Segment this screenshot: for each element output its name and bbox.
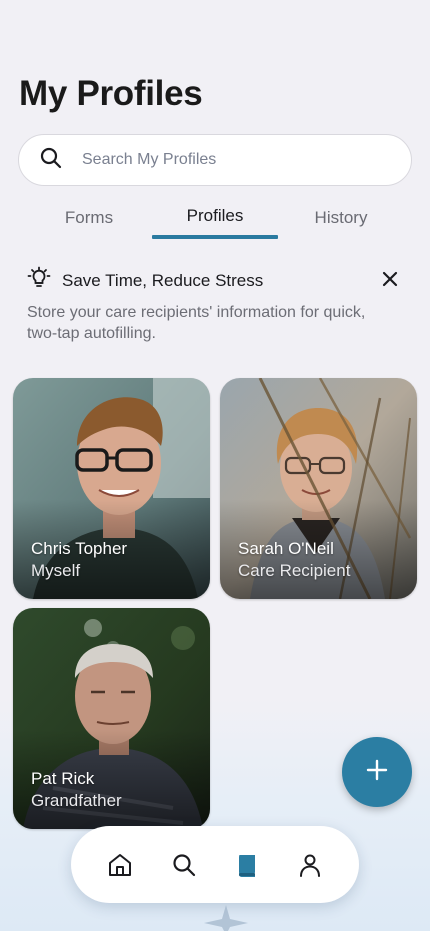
page-title: My Profiles [19,74,203,113]
bottom-nav [71,826,359,903]
decorative-star [204,905,248,931]
active-tab-indicator [152,235,278,239]
profile-card[interactable]: Sarah O'Neil Care Recipient [220,378,417,599]
profile-relation: Grandfather [31,791,122,810]
person-icon[interactable] [297,852,323,878]
profile-card[interactable]: Chris Topher Myself [13,378,210,599]
book-icon[interactable] [234,852,260,878]
close-icon[interactable] [380,269,400,289]
home-icon[interactable] [107,852,133,878]
search-icon[interactable] [171,852,197,878]
profile-name: Sarah O'Neil [238,539,334,558]
search-input[interactable] [82,151,362,169]
add-profile-button[interactable] [342,737,412,807]
profile-name: Chris Topher [31,539,128,558]
profile-relation: Care Recipient [238,561,351,580]
profile-name: Pat Rick [31,769,95,788]
tab-forms[interactable]: Forms [26,208,152,228]
lightbulb-icon [27,266,51,295]
tip-body: Store your care recipients' information … [27,304,366,342]
plus-icon [366,759,388,786]
search-bar[interactable] [18,134,412,186]
tab-bar: Forms Profiles History [0,200,430,240]
profile-relation: Myself [31,561,81,580]
tip-title: Save Time, Reduce Stress [62,270,264,290]
search-icon [39,146,63,175]
tip-header: Save Time, Reduce Stress [27,266,263,295]
tab-history[interactable]: History [278,208,404,228]
profile-card[interactable]: Pat Rick Grandfather [13,608,210,829]
tab-profiles[interactable]: Profiles [152,206,278,226]
